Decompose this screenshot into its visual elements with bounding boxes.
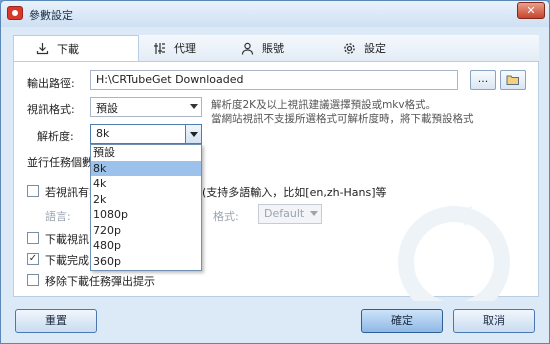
gear-icon bbox=[344, 42, 355, 54]
title-bar[interactable]: 參數設定 ✕ bbox=[1, 1, 549, 27]
download-icon bbox=[36, 43, 49, 55]
cancel-button[interactable]: 取消 bbox=[453, 309, 535, 333]
dialog-footer: 重置 確定 取消 bbox=[1, 301, 549, 343]
folder-icon bbox=[506, 75, 519, 85]
tab-settings[interactable]: 設定 bbox=[343, 35, 386, 61]
download-complete-label: 下載完成 bbox=[45, 254, 89, 267]
tab-proxy[interactable]: 代理 bbox=[153, 35, 196, 61]
chevron-down-icon bbox=[190, 104, 198, 109]
parallel-tasks-label: 並行任務個數 bbox=[27, 156, 93, 169]
app-logo-icon bbox=[7, 6, 23, 20]
settings-window: 參數設定 ✕ 下載 代理 賬號 設定 輸出路徑: H:\CRTubeGet Do… bbox=[0, 0, 550, 344]
video-format-select[interactable]: 預設 bbox=[90, 97, 202, 117]
tab-download-label: 下載 bbox=[57, 42, 79, 56]
download-video-label: 下載視訊 bbox=[45, 233, 89, 246]
window-title: 參數設定 bbox=[29, 9, 73, 22]
browse-button[interactable]: ... bbox=[470, 70, 496, 90]
download-video-checkbox[interactable] bbox=[27, 232, 39, 244]
subtitle-checkbox[interactable] bbox=[27, 185, 39, 197]
resolution-select[interactable]: 8k bbox=[90, 124, 202, 144]
user-icon bbox=[241, 42, 254, 55]
tab-proxy-label: 代理 bbox=[174, 42, 196, 55]
remove-prompt-checkbox[interactable] bbox=[27, 274, 39, 286]
format-note-2: 當網站視訊不支援所選格式可解析度時，將下載預設格式 bbox=[211, 113, 474, 125]
subtitle-format-label: 格式: bbox=[213, 210, 239, 223]
resolution-option[interactable]: 預設 bbox=[91, 145, 201, 161]
resolution-option[interactable]: 1080p bbox=[91, 207, 201, 223]
resolution-value: 8k bbox=[96, 127, 110, 140]
download-complete-checkbox[interactable]: ✓ bbox=[27, 253, 39, 265]
resolution-option[interactable]: 4k bbox=[91, 176, 201, 192]
tab-settings-label: 設定 bbox=[364, 42, 386, 55]
tab-download[interactable]: 下載 bbox=[13, 35, 139, 61]
subtitle-language-hint: (支持多語輸入，比如[en,zh-Hans]等 bbox=[202, 186, 387, 199]
chevron-down-icon[interactable] bbox=[185, 125, 201, 143]
open-folder-button[interactable] bbox=[500, 70, 526, 90]
video-format-label: 視訊格式: bbox=[27, 103, 75, 116]
remove-prompt-label: 移除下載任務彈出提示 bbox=[45, 275, 155, 288]
chevron-down-icon bbox=[310, 211, 318, 216]
output-path-input[interactable]: H:\CRTubeGet Downloaded bbox=[90, 70, 458, 90]
resolution-label: 解析度: bbox=[37, 130, 74, 143]
resolution-dropdown-list: 預設 8k 4k 2k 1080p 720p 480p 360p bbox=[90, 144, 202, 271]
resolution-option[interactable]: 720p bbox=[91, 223, 201, 239]
tab-account-label: 賬號 bbox=[262, 42, 284, 55]
language-label: 語言: bbox=[45, 210, 71, 223]
ok-button[interactable]: 確定 bbox=[361, 309, 443, 333]
resolution-option[interactable]: 2k bbox=[91, 192, 201, 208]
tab-account[interactable]: 賬號 bbox=[241, 35, 284, 61]
video-format-value: 預設 bbox=[96, 102, 118, 115]
resolution-option[interactable]: 480p bbox=[91, 238, 201, 254]
reset-button[interactable]: 重置 bbox=[15, 309, 97, 333]
subtitle-format-value: Default bbox=[264, 207, 305, 220]
format-note-1: 解析度2K及以上視訊建議選擇預設或mkv格式。 bbox=[211, 99, 437, 111]
output-path-label: 輸出路徑: bbox=[27, 77, 75, 90]
tab-bar: 下載 代理 賬號 設定 bbox=[13, 35, 539, 61]
proxy-icon bbox=[154, 42, 165, 54]
resolution-option[interactable]: 360p bbox=[91, 254, 201, 270]
resolution-option-selected[interactable]: 8k bbox=[91, 160, 201, 176]
close-button[interactable]: ✕ bbox=[517, 2, 545, 19]
subtitle-format-select[interactable]: Default bbox=[258, 204, 322, 224]
